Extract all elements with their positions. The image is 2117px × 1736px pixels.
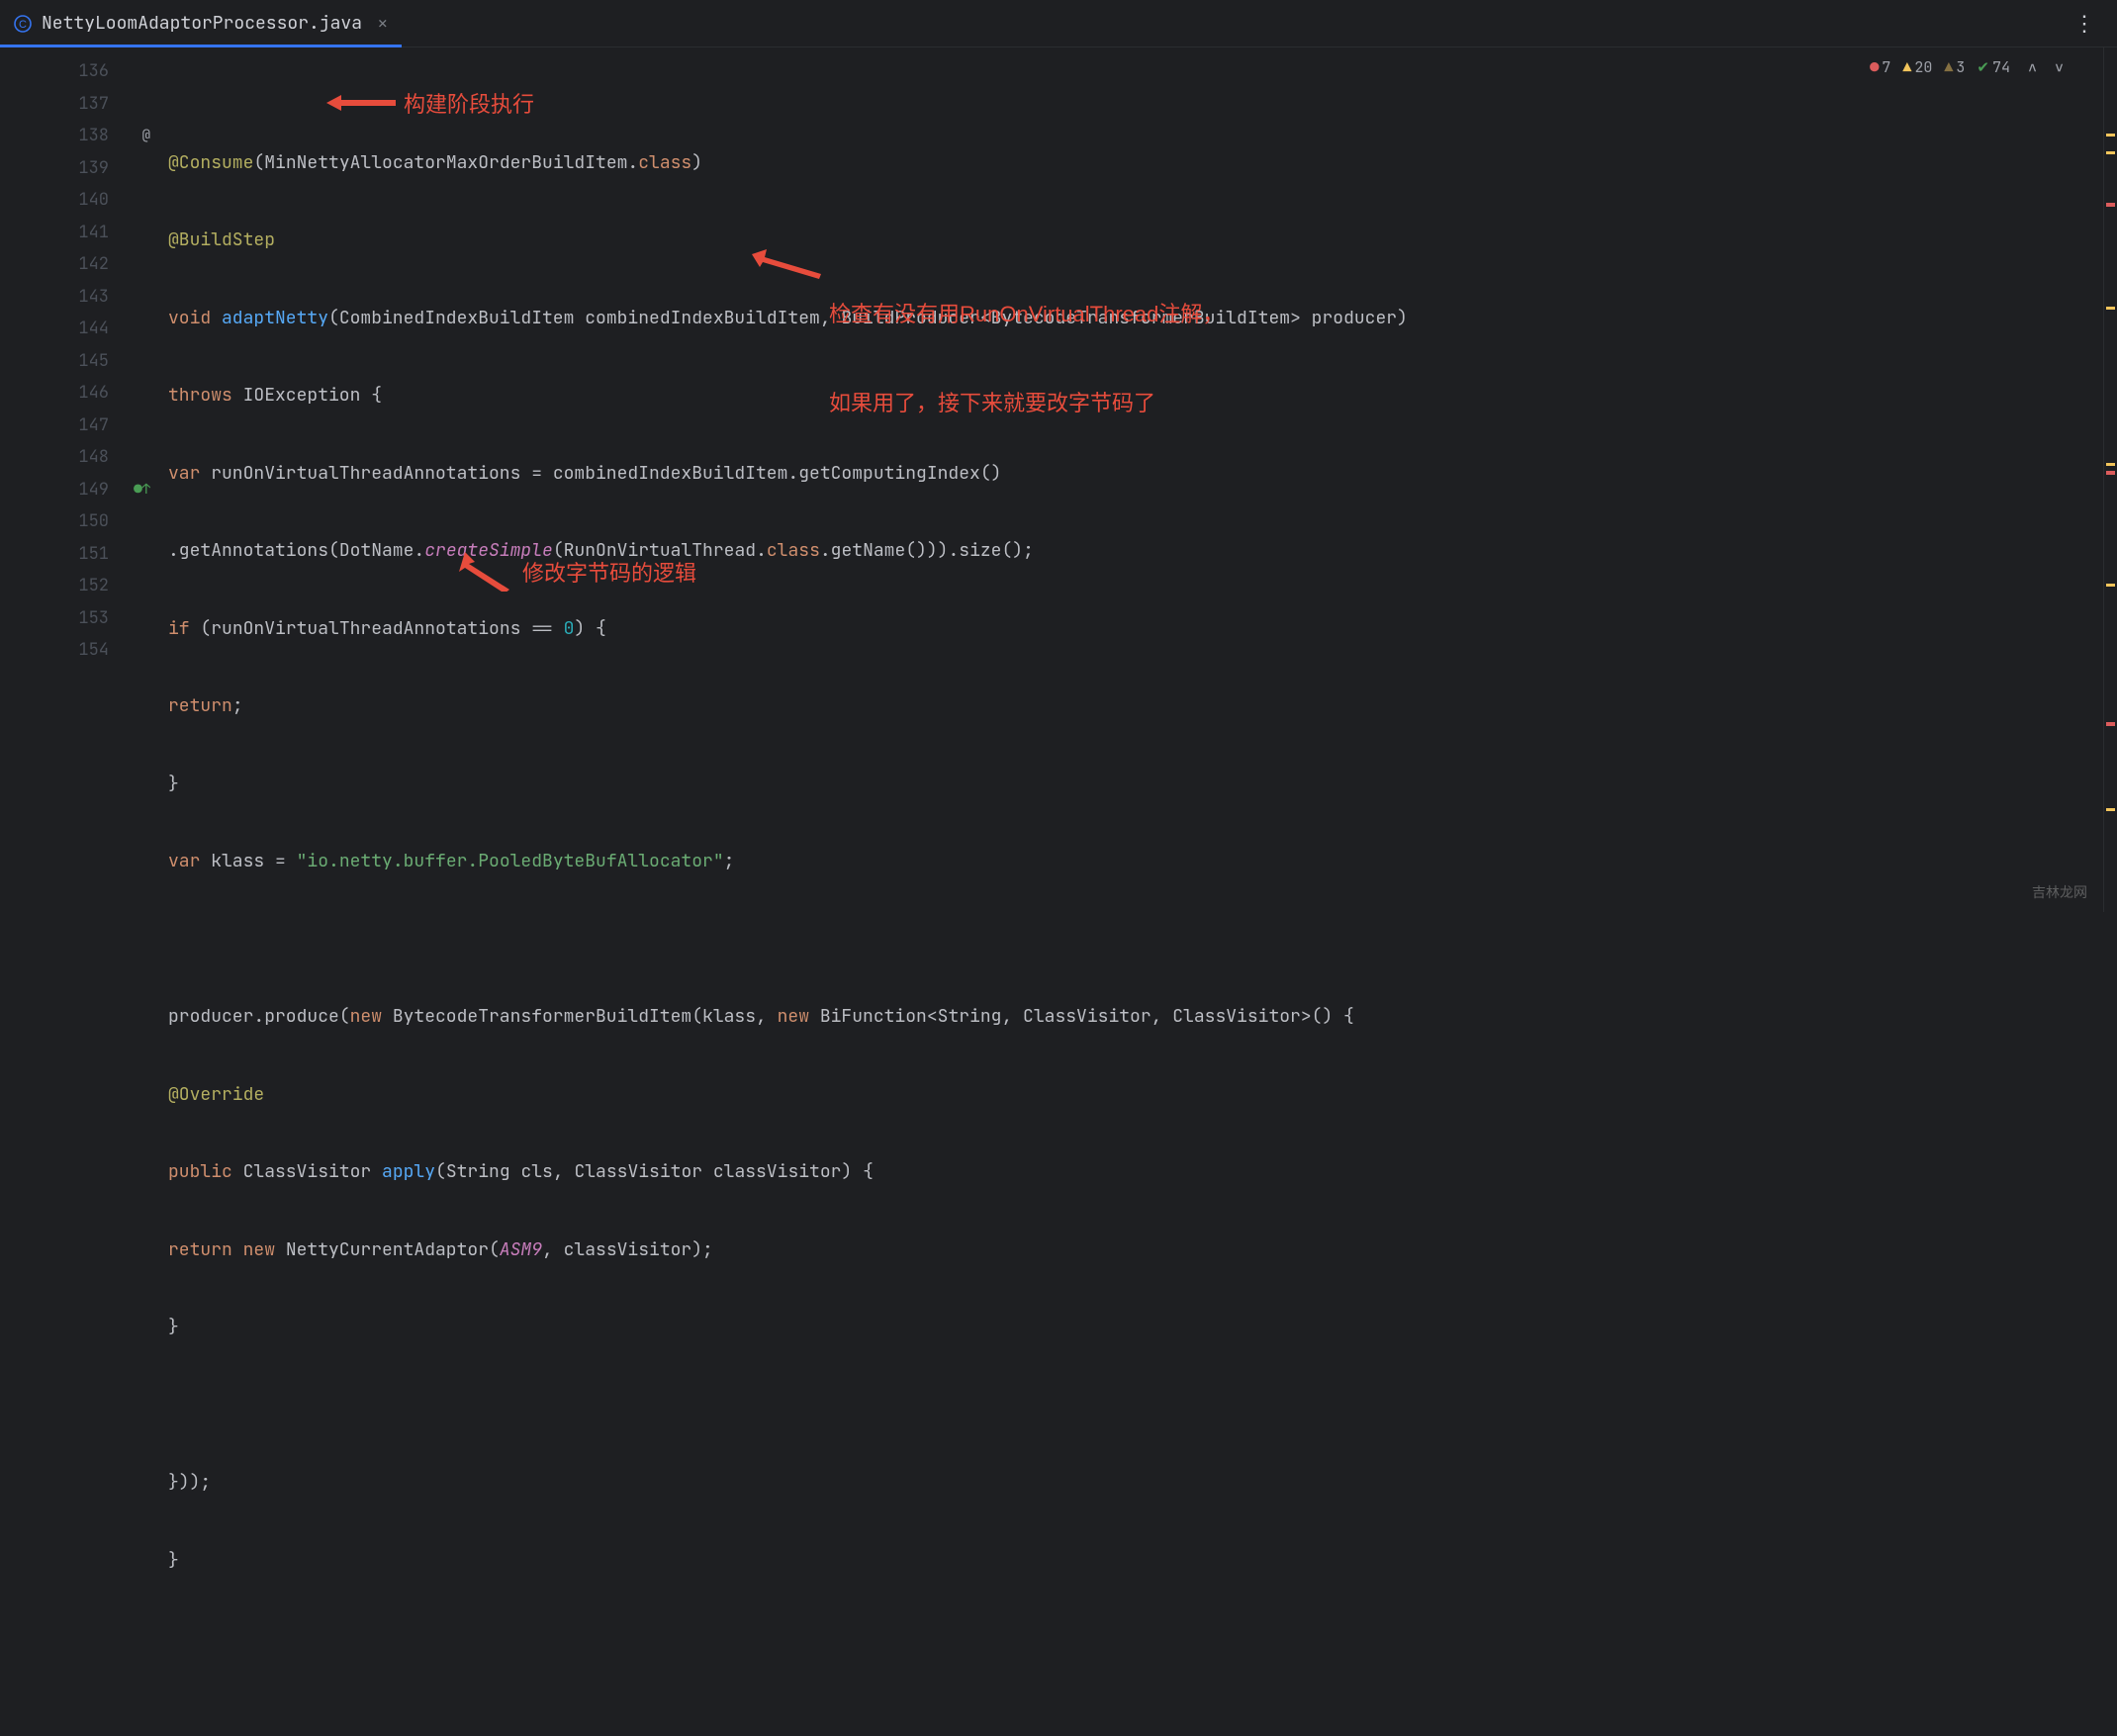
code-line: public ClassVisitor apply(String cls, Cl… [168, 1156, 2103, 1189]
line-number: 139 [0, 152, 168, 185]
inspection-weak-warnings[interactable]: ▲3 [1944, 57, 1965, 77]
watermark: 吉林龙网 [2032, 882, 2087, 902]
annotation-build-step: 构建阶段执行 [326, 87, 534, 119]
inspection-prev-icon[interactable]: ∧ [2028, 57, 2037, 77]
line-number: 136 [0, 55, 168, 88]
error-stripe[interactable] [2103, 47, 2117, 912]
code-line: var klass = "io.netty.buffer.PooledByteB… [168, 846, 2103, 878]
annotation-check-runonvirtualthread: 检查有没有用RunOnVirtualThread注解， 如果用了，接下来就要改字… [752, 245, 1224, 469]
line-number: 144 [0, 313, 168, 345]
more-menu-icon[interactable]: ⋮ [2054, 9, 2117, 38]
line-number: 142 [0, 248, 168, 281]
line-number: 137 [0, 88, 168, 121]
line-number: 141 [0, 217, 168, 249]
code-line: producer.produce(new BytecodeTransformer… [168, 1001, 2103, 1034]
implement-gutter-icon[interactable]: ●↑ [134, 481, 150, 499]
line-gutter: 136 137 138@ 139 140 141 142 143 144 145… [0, 47, 168, 912]
line-number: 150 [0, 505, 168, 538]
close-icon[interactable]: ✕ [378, 13, 388, 34]
line-number: 154 [0, 634, 168, 667]
override-gutter-icon[interactable]: @ [142, 127, 150, 144]
code-line: } [168, 1544, 2103, 1577]
code-line: } [168, 1312, 2103, 1344]
line-number: 147 [0, 410, 168, 442]
line-number: 152 [0, 570, 168, 602]
arrow-icon [326, 93, 396, 113]
code-area[interactable]: ●7 ▲20 ▲3 ✔74 ∧ ∨ @Consume(MinNettyAlloc… [168, 47, 2103, 912]
line-number: 145 [0, 345, 168, 378]
line-number: 140 [0, 184, 168, 217]
inspection-errors[interactable]: ●7 [1870, 57, 1890, 77]
code-line: return new NettyCurrentAdaptor(ASM9, cla… [168, 1233, 2103, 1266]
inspection-warnings[interactable]: ▲20 [1902, 57, 1932, 77]
tab-file[interactable]: C NettyLoomAdaptorProcessor.java ✕ [0, 0, 402, 46]
code-line: if (runOnVirtualThreadAnnotations == 0) … [168, 612, 2103, 645]
code-line: .getAnnotations(DotName.createSimple(Run… [168, 535, 2103, 568]
code-line: throws IOException { [168, 380, 2103, 412]
line-number: 143 [0, 281, 168, 314]
java-class-icon: C [14, 15, 32, 33]
code-line: var runOnVirtualThreadAnnotations = comb… [168, 457, 2103, 490]
code-editor[interactable]: 136 137 138@ 139 140 141 142 143 144 145… [0, 47, 2117, 912]
svg-text:C: C [19, 19, 27, 31]
tab-filename: NettyLoomAdaptorProcessor.java [42, 12, 362, 35]
line-number: 151 [0, 538, 168, 571]
line-number: 138@ [0, 120, 168, 152]
code-line: @Override [168, 1078, 2103, 1111]
inspection-widget[interactable]: ●7 ▲20 ▲3 ✔74 ∧ ∨ [1870, 57, 2064, 77]
code-line: })); [168, 1467, 2103, 1500]
line-number: 153 [0, 602, 168, 635]
code-line [168, 923, 2103, 956]
code-line [168, 1389, 2103, 1421]
code-line: } [168, 768, 2103, 800]
code-line: return; [168, 690, 2103, 723]
inspection-ok[interactable]: ✔74 [1977, 57, 2010, 77]
tab-bar: C NettyLoomAdaptorProcessor.java ✕ ⋮ [0, 0, 2117, 47]
code-line: void adaptNetty(CombinedIndexBuildItem c… [168, 302, 2103, 334]
code-line: @Consume(MinNettyAllocatorMaxOrderBuildI… [168, 146, 2103, 179]
line-number: 148 [0, 441, 168, 474]
line-number: 146 [0, 377, 168, 410]
line-number: 149●↑ [0, 474, 168, 506]
inspection-next-icon[interactable]: ∨ [2055, 57, 2064, 77]
code-line: @BuildStep [168, 225, 2103, 257]
